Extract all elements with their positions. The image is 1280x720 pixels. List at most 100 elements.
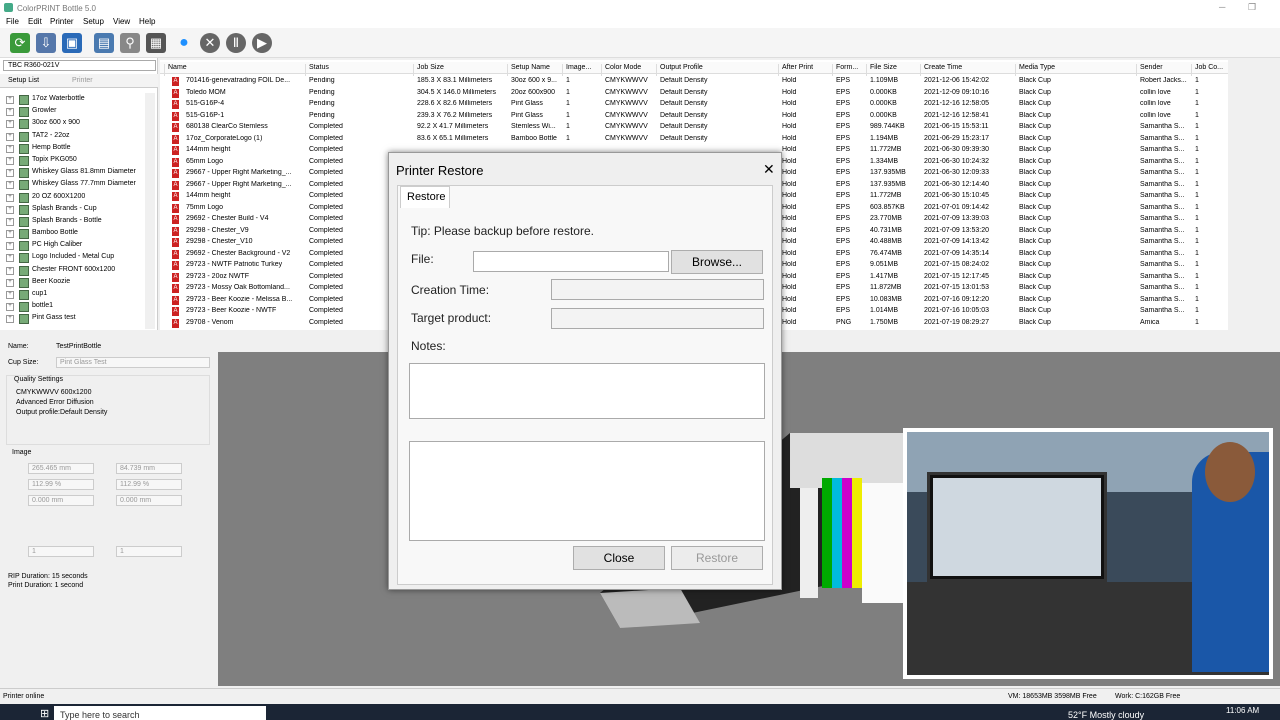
- table-cell: EPS: [836, 295, 851, 303]
- menu-view[interactable]: View: [113, 17, 130, 26]
- column-header[interactable]: Job Size: [413, 64, 444, 76]
- setup-item[interactable]: Splash Brands - Bottle: [4, 215, 148, 228]
- save-icon[interactable]: ▣: [62, 33, 82, 53]
- menu-printer[interactable]: Printer: [50, 17, 74, 26]
- table-row[interactable]: A 515-G16P-1 Pending 239.3 X 76.2 Millimete…: [160, 111, 1228, 123]
- menu-setup[interactable]: Setup: [83, 17, 104, 26]
- table-cell: EPS: [836, 146, 851, 153]
- table-cell: EPS: [836, 157, 851, 165]
- table-row[interactable]: A Toledo MOM Pending 304.5 X 146.0 Millimet…: [160, 88, 1228, 100]
- pause-icon[interactable]: Ⅱ: [226, 33, 246, 53]
- setup-item[interactable]: Hemp Bottle: [4, 142, 148, 154]
- column-header[interactable]: Media Type: [1015, 64, 1055, 76]
- setup-item[interactable]: Bamboo Bottle: [4, 227, 148, 240]
- setup-item[interactable]: Whiskey Glass 81.8mm Diameter: [4, 166, 148, 179]
- column-header[interactable]: Create Time: [920, 64, 962, 76]
- windows-icon[interactable]: ⊞: [40, 707, 49, 720]
- column-header[interactable]: Form...: [832, 64, 858, 76]
- setup-item[interactable]: Whiskey Glass 77.7mm Diameter: [4, 178, 148, 191]
- tab-printer[interactable]: Printer: [72, 77, 93, 84]
- log-textarea[interactable]: [409, 441, 765, 541]
- setup-item[interactable]: Splash Brands - Cup: [4, 203, 148, 215]
- file-input[interactable]: [473, 251, 669, 272]
- close-button[interactable]: Close: [573, 546, 665, 570]
- setup-item[interactable]: 30oz 600 x 900: [4, 117, 148, 130]
- refresh-icon[interactable]: ⟳: [10, 33, 30, 53]
- status-bar: Printer online VM: 18653MB 3598MB Free W…: [0, 688, 1280, 704]
- table-cell: Black Cup: [1019, 307, 1051, 314]
- target-product-field: [551, 308, 764, 329]
- browse-button[interactable]: Browse...: [671, 250, 763, 274]
- table-cell: Black Cup: [1019, 134, 1051, 142]
- scale-y-field[interactable]: 112.99 %: [116, 479, 182, 490]
- scale-x-field[interactable]: 112.99 %: [28, 479, 94, 490]
- quality-settings-label[interactable]: Quality Settings: [14, 376, 63, 383]
- width-field[interactable]: 265.465 mm: [28, 463, 94, 474]
- printer-select[interactable]: TBC R360-021V: [3, 60, 156, 71]
- tab-restore[interactable]: Restore: [400, 186, 450, 208]
- table-cell: Samantha S...: [1140, 134, 1185, 142]
- column-header[interactable]: Setup Name: [507, 64, 550, 76]
- table-row[interactable]: A 701416-genevatrading FOIL De... Pending 1…: [160, 76, 1228, 88]
- pos-x-field[interactable]: 0.000 mm: [28, 495, 94, 506]
- pos-y-field[interactable]: 0.000 mm: [116, 495, 182, 506]
- setup-item[interactable]: Growler: [4, 105, 148, 118]
- column-header[interactable]: Output Profile: [656, 64, 703, 76]
- restore-button[interactable]: Restore: [671, 546, 763, 570]
- setup-item[interactable]: TAT2 - 22oz: [4, 130, 148, 142]
- table-cell: EPS: [836, 238, 851, 245]
- setup-item[interactable]: Topix PKG050: [4, 154, 148, 167]
- setup-item[interactable]: 17oz Waterbottle: [4, 93, 148, 106]
- menu-file[interactable]: File: [6, 17, 19, 26]
- table-row[interactable]: A 17oz_CorporateLogo (1) Completed 83.6 X 6…: [160, 134, 1228, 146]
- table-cell: 304.5 X 146.0 Millimeters: [417, 88, 496, 96]
- taskbar-search[interactable]: Type here to search: [60, 710, 140, 720]
- table-cell: 30oz 600 x 9...: [511, 77, 557, 84]
- import-icon[interactable]: ⇩: [36, 33, 56, 53]
- search-icon[interactable]: ⚲: [120, 33, 140, 53]
- setup-item[interactable]: Chester FRONT 600x1200: [4, 264, 148, 276]
- column-header[interactable]: Color Mode: [601, 64, 641, 76]
- setup-item[interactable]: Beer Koozie: [4, 276, 148, 288]
- setup-item[interactable]: PC High Caliber: [4, 239, 148, 252]
- setup-item[interactable]: 20 OZ 600X1200: [4, 191, 148, 203]
- menu-edit[interactable]: Edit: [28, 17, 42, 26]
- height-field[interactable]: 84.739 mm: [116, 463, 182, 474]
- tab-setup-list[interactable]: Setup List: [8, 77, 39, 84]
- pdf-file-icon: A: [172, 100, 179, 109]
- table-cell: Black Cup: [1019, 169, 1051, 176]
- table-cell: 29723 - NWTF Patriotic Turkey: [186, 261, 283, 268]
- close-icon[interactable]: ✕: [763, 161, 775, 178]
- cancel-icon[interactable]: ✕: [200, 33, 220, 53]
- play-icon[interactable]: ▶: [252, 33, 272, 53]
- cup-size-select[interactable]: Pint Glass Test: [56, 357, 210, 368]
- table-row[interactable]: A 515-G16P-4 Pending 228.6 X 82.6 Millimete…: [160, 99, 1228, 111]
- column-header[interactable]: After Print: [778, 64, 813, 76]
- column-header[interactable]: Status: [305, 64, 329, 76]
- table-cell: EPS: [836, 307, 851, 314]
- target-product-label: Target product:: [411, 311, 492, 325]
- setup-item[interactable]: Logo Included - Metal Cup: [4, 251, 148, 264]
- maximize-icon[interactable]: ❐: [1248, 2, 1256, 13]
- column-header[interactable]: Image...: [562, 64, 591, 76]
- table-cell: 29298 - Chester_V9: [186, 226, 249, 234]
- minimize-icon[interactable]: ─: [1219, 2, 1225, 12]
- column-header[interactable]: File Size: [866, 64, 897, 76]
- column-header[interactable]: Name: [164, 64, 187, 76]
- setup-item[interactable]: bottle1: [4, 300, 148, 313]
- setup-item[interactable]: cup1: [4, 288, 148, 301]
- layout-icon[interactable]: ▤: [94, 33, 114, 53]
- menu-help[interactable]: Help: [139, 17, 155, 26]
- setup-scrollbar[interactable]: [145, 93, 155, 329]
- column-header[interactable]: Job Co...: [1191, 64, 1223, 76]
- table-cell: Hold: [782, 249, 797, 257]
- ink-drop-icon[interactable]: ●: [174, 33, 194, 53]
- column-header[interactable]: Sender: [1136, 64, 1163, 76]
- notes-textarea[interactable]: [409, 363, 765, 419]
- table-row[interactable]: A 680138 ClearCo Stemless Completed 92.2 X …: [160, 122, 1228, 134]
- setup-item[interactable]: Pint Gass test: [4, 312, 148, 325]
- table-cell: Samantha S...: [1140, 146, 1185, 153]
- image-icon[interactable]: ▦: [146, 33, 166, 53]
- copies-field-2[interactable]: 1: [116, 546, 182, 557]
- copies-field[interactable]: 1: [28, 546, 94, 557]
